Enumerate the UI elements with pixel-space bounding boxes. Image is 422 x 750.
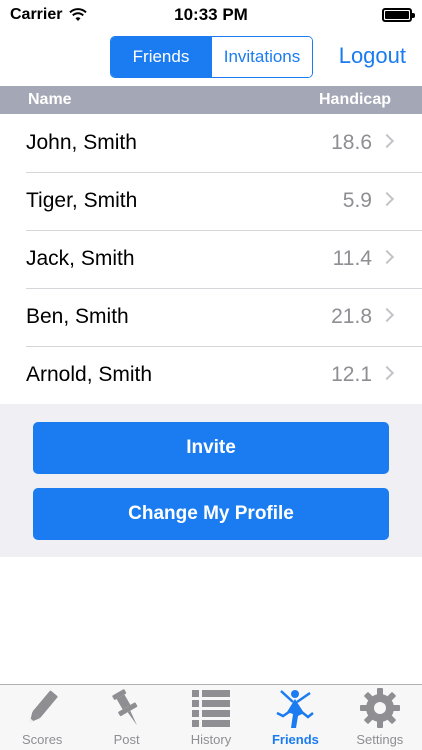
friend-handicap: 12.1 bbox=[331, 363, 372, 386]
friend-name: Jack, Smith bbox=[26, 247, 135, 270]
logout-button[interactable]: Logout bbox=[339, 43, 406, 69]
tab-label: Scores bbox=[21, 732, 63, 747]
list-icon bbox=[192, 690, 231, 727]
wifi-icon bbox=[69, 8, 88, 21]
friend-name: Ben, Smith bbox=[26, 305, 129, 328]
chevron-right-icon bbox=[379, 191, 395, 207]
invite-button[interactable]: Invite bbox=[33, 422, 389, 474]
golfer-icon bbox=[276, 690, 315, 728]
table-row[interactable]: Jack, Smith 11.4 bbox=[0, 230, 422, 288]
column-handicap: Handicap bbox=[318, 91, 391, 108]
friend-name: John, Smith bbox=[26, 131, 137, 154]
battery-level bbox=[385, 11, 409, 19]
tab-settings[interactable]: Settings bbox=[338, 685, 422, 750]
friend-handicap: 21.8 bbox=[331, 305, 372, 328]
table-header: Name Handicap bbox=[0, 86, 422, 114]
column-name: Name bbox=[28, 91, 72, 108]
status-bar: Carrier bbox=[0, 0, 422, 30]
tab-bar: Scores Post History Friends Settings bbox=[0, 684, 422, 750]
chevron-right-icon bbox=[379, 307, 395, 323]
tab-label: Settings bbox=[356, 732, 404, 747]
carrier-label: Carrier bbox=[10, 6, 63, 23]
status-left: Carrier bbox=[10, 6, 88, 24]
chevron-right-icon bbox=[379, 249, 395, 265]
chevron-right-icon bbox=[379, 133, 395, 149]
friend-name: Tiger, Smith bbox=[26, 189, 138, 212]
friends-list: John, Smith 18.6 Tiger, Smith 5.9 Jack, … bbox=[0, 114, 422, 404]
table-row[interactable]: Ben, Smith 21.8 bbox=[0, 288, 422, 346]
tab-scores[interactable]: Scores bbox=[0, 685, 84, 750]
segment-friends[interactable]: Friends bbox=[111, 37, 211, 77]
table-row[interactable]: Arnold, Smith 12.1 bbox=[0, 346, 422, 404]
tab-post[interactable]: Post bbox=[84, 685, 168, 750]
gear-icon bbox=[359, 688, 400, 728]
friend-handicap: 18.6 bbox=[331, 131, 372, 154]
table-row[interactable]: Tiger, Smith 5.9 bbox=[0, 172, 422, 230]
pushpin-icon bbox=[111, 689, 137, 726]
segmented-control: Friends Invitations bbox=[110, 36, 313, 78]
chevron-right-icon bbox=[379, 365, 395, 381]
pencil-icon bbox=[29, 690, 58, 723]
tab-label: Post bbox=[113, 732, 140, 747]
friend-name: Arnold, Smith bbox=[26, 363, 153, 386]
tab-label: History bbox=[190, 732, 232, 747]
friend-handicap: 5.9 bbox=[342, 189, 372, 212]
tab-friends[interactable]: Friends bbox=[253, 685, 337, 750]
change-profile-button[interactable]: Change My Profile bbox=[33, 488, 389, 540]
action-area: Invite Change My Profile bbox=[0, 404, 422, 557]
tab-history[interactable]: History bbox=[169, 685, 253, 750]
tab-label: Friends bbox=[271, 732, 319, 747]
friend-handicap: 11.4 bbox=[332, 247, 372, 270]
battery-icon bbox=[382, 8, 415, 22]
table-row[interactable]: John, Smith 18.6 bbox=[0, 114, 422, 172]
nav-bar: Friends Invitations Logout bbox=[0, 30, 422, 86]
segment-invitations[interactable]: Invitations bbox=[211, 37, 312, 77]
